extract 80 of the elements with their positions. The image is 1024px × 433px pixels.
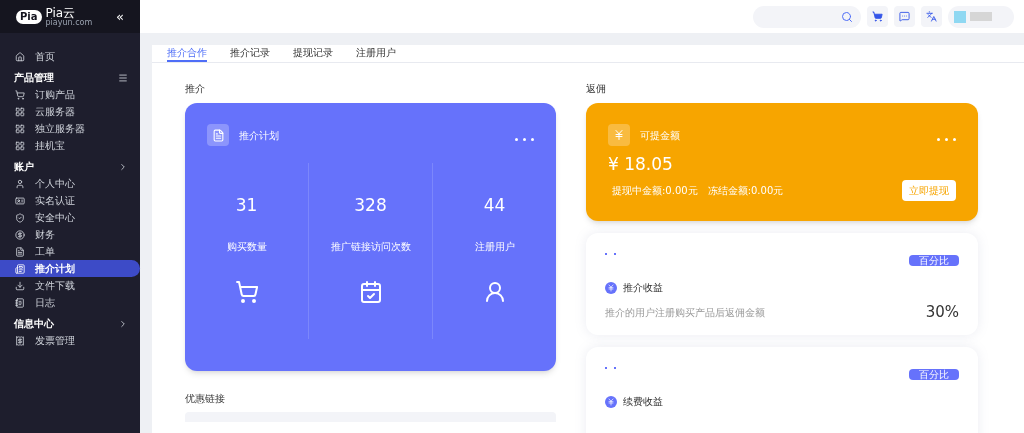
stat-value: 31 [235, 194, 258, 217]
pending-amount: 提现中金额:0.00元 [612, 183, 698, 198]
menu-icon[interactable] [118, 72, 128, 83]
yen-icon [608, 124, 630, 146]
sidebar-item-icon [15, 229, 25, 240]
sidebar-item[interactable]: 工单 [0, 243, 140, 260]
search-field[interactable] [753, 5, 861, 28]
sidebar-item[interactable]: 首页 [0, 48, 140, 65]
cart-icon [234, 279, 259, 304]
translate-button[interactable] [921, 6, 942, 27]
sidebar-item[interactable]: 推介计划 [0, 260, 140, 277]
sidebar-item-icon [15, 178, 25, 189]
message-button[interactable] [894, 6, 915, 27]
collapse-button[interactable]: « [116, 6, 124, 27]
sidebar-item-icon [15, 195, 25, 206]
tab[interactable]: 推介记录 [230, 45, 270, 62]
sidebar-item[interactable]: 挂机宝 [0, 137, 140, 154]
sidebar-group-title: 产品管理 [14, 71, 54, 85]
sidebar-item[interactable]: 文件下载 [0, 277, 140, 294]
blurred-username [970, 12, 992, 21]
more-icon[interactable] [937, 137, 956, 141]
sidebar-item-icon [15, 335, 25, 346]
rate-description: 推介的用户注册购买产品后返佣金额 [605, 305, 765, 320]
sidebar-item-icon [15, 263, 25, 274]
sidebar-item[interactable]: 独立服务器 [0, 120, 140, 137]
section-heading: 推介 [185, 82, 206, 96]
frozen-amount: 冻结金额:0.00元 [707, 183, 784, 198]
percentage-badge: 百分比 [909, 369, 959, 380]
tab[interactable]: 提现记录 [293, 45, 333, 62]
sidebar-item[interactable]: 发票管理 [0, 332, 140, 349]
sidebar-item[interactable]: 日志 [0, 294, 140, 311]
sidebar-group-title: 信息中心 [14, 317, 54, 331]
sidebar-item-icon [15, 106, 25, 117]
sidebar-item[interactable]: 安全中心 [0, 209, 140, 226]
cart-button[interactable] [867, 6, 888, 27]
document-icon [207, 124, 229, 146]
section-heading: 优惠链接 [185, 392, 226, 406]
sidebar-item-icon [15, 212, 25, 223]
sidebar-group-title: 账户 [14, 160, 34, 174]
sidebar-item-icon [15, 140, 25, 151]
tab[interactable]: 注册用户 [356, 45, 396, 62]
sidebar-item[interactable]: 财务 [0, 226, 140, 243]
stat-value: 44 [483, 194, 506, 217]
chevron-right-icon[interactable] [118, 318, 128, 329]
tab[interactable]: 推介合作 [167, 45, 207, 62]
rate-title: 续费收益 [623, 395, 663, 409]
logo-badge: Pia [16, 9, 42, 24]
section-heading: 返佣 [586, 82, 607, 96]
chevron-right-icon[interactable] [118, 161, 128, 172]
logo-name: Pia云 [45, 6, 76, 19]
sidebar-item[interactable]: 实名认证 [0, 192, 140, 209]
yen-icon [605, 395, 617, 408]
sidebar-item[interactable]: 个人中心 [0, 175, 140, 192]
sidebar-item-icon [15, 51, 25, 62]
sidebar-item[interactable]: 订购产品 [0, 86, 140, 103]
stat-value: 328 [354, 194, 387, 217]
sidebar-item-icon [15, 297, 25, 308]
translate-icon [926, 11, 937, 22]
yen-icon [605, 281, 617, 294]
sidebar-item[interactable]: 云服务器 [0, 103, 140, 120]
sidebar-item-icon [15, 89, 25, 100]
message-icon [899, 11, 910, 22]
calendar-check-icon [358, 279, 383, 304]
search-icon [841, 10, 853, 23]
balance-amount: ¥ 18.05 [608, 153, 674, 176]
percentage-badge: 百分比 [909, 255, 959, 266]
sidebar-item-icon [15, 123, 25, 134]
logo-domain: piayun.com [45, 18, 93, 27]
sidebar-item-icon [15, 246, 25, 257]
rate-title: 推介收益 [623, 281, 663, 295]
card-title: 推介计划 [239, 128, 279, 143]
cart-icon [872, 11, 883, 22]
more-icon[interactable] [515, 137, 534, 141]
stat-label: 推广链接访问次数 [330, 239, 411, 254]
stat-label: 注册用户 [474, 239, 515, 254]
sidebar-item-icon [15, 280, 25, 291]
avatar [954, 10, 966, 23]
card-title: 可提金额 [640, 128, 680, 143]
stat-label: 购买数量 [226, 239, 267, 254]
rate-value: 30% [925, 302, 959, 323]
